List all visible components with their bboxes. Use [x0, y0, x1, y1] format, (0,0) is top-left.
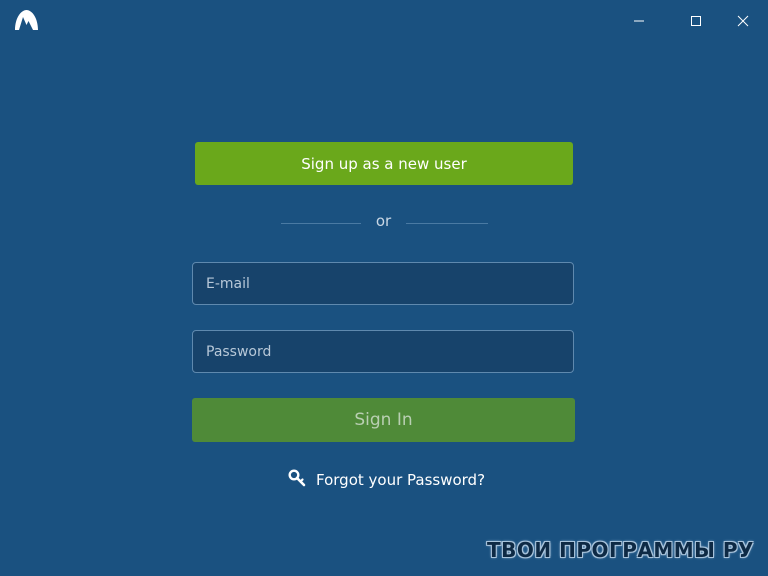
or-separator: or [375, 212, 392, 230]
divider-right [406, 223, 488, 224]
forgot-password-link[interactable]: Forgot your Password? [288, 468, 485, 492]
minimize-icon [634, 20, 644, 22]
maximize-icon [691, 16, 701, 26]
app-logo-icon [13, 9, 40, 31]
signin-button[interactable]: Sign In [192, 398, 575, 442]
watermark: ТВОИ ПРОГРАММЫ РУ [487, 538, 754, 562]
signup-button-label: Sign up as a new user [301, 154, 467, 173]
key-icon [288, 469, 306, 491]
maximize-button[interactable] [681, 8, 711, 34]
close-icon [737, 15, 749, 27]
divider-left [281, 223, 361, 224]
minimize-button[interactable] [624, 8, 654, 34]
email-field[interactable] [192, 262, 574, 305]
signup-button[interactable]: Sign up as a new user [195, 142, 573, 185]
password-field[interactable] [192, 330, 574, 373]
forgot-password-label: Forgot your Password? [316, 471, 486, 489]
close-button[interactable] [728, 8, 758, 34]
signin-button-label: Sign In [354, 410, 413, 430]
